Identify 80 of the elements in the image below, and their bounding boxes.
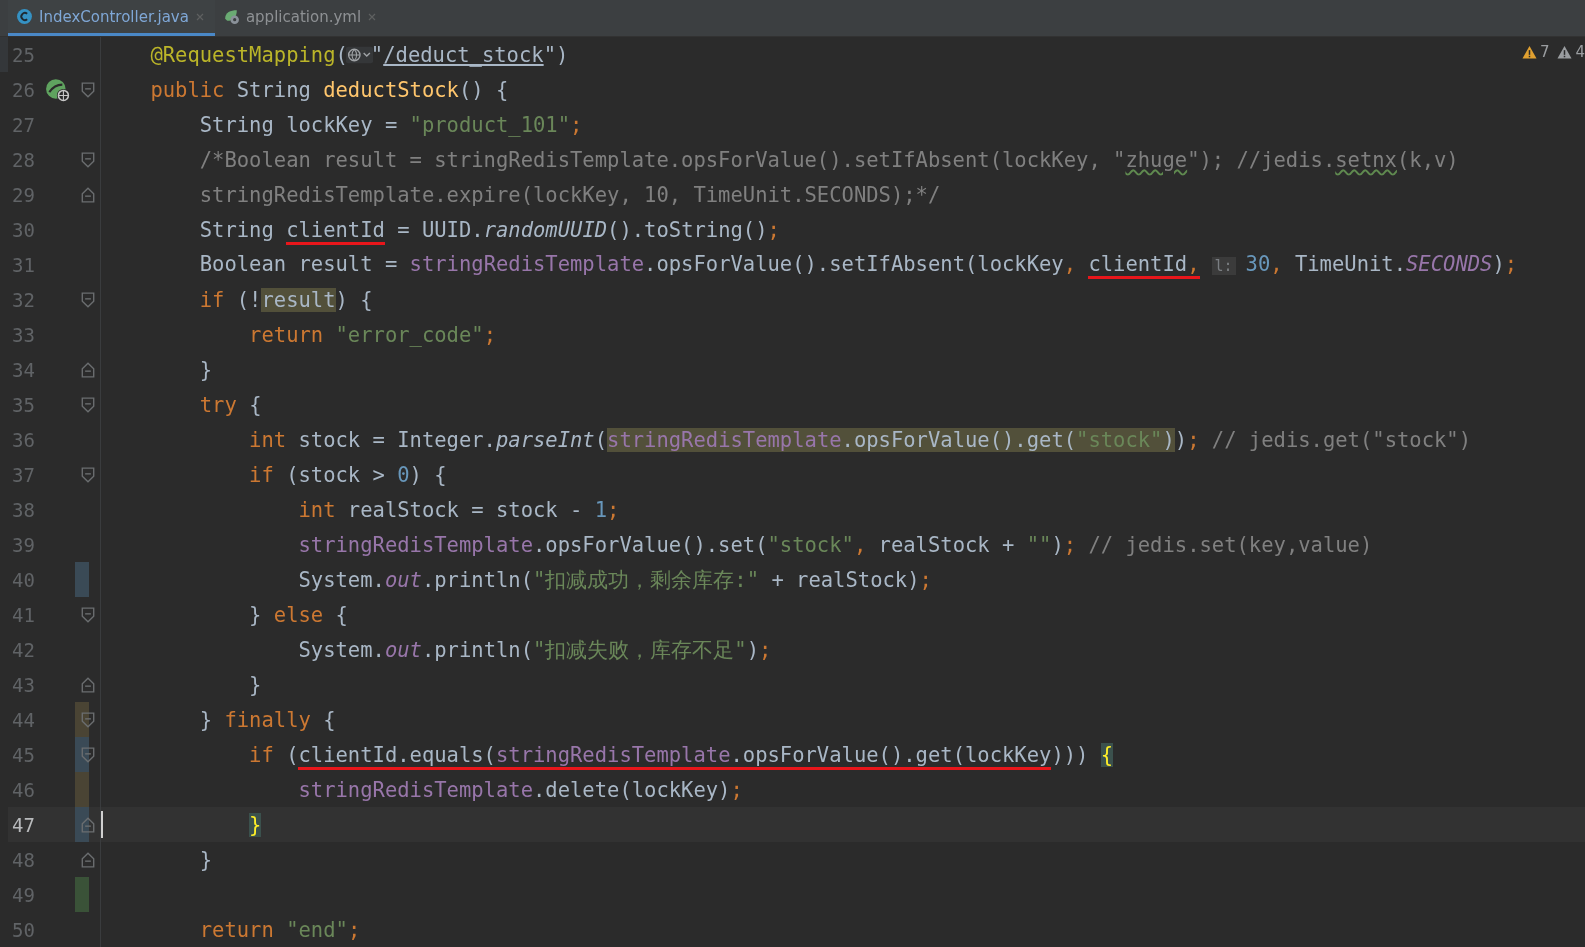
fold-icon[interactable] (80, 851, 95, 868)
class-icon (16, 8, 33, 25)
warning-icon[interactable] (1521, 44, 1537, 60)
fold-icon[interactable] (80, 606, 95, 623)
code-line: } (248, 671, 262, 699)
inspection-count: 4 (1575, 43, 1585, 61)
code-line: stringRedisTemplate.delete(lockKey); (297, 776, 743, 804)
fold-icon[interactable] (80, 361, 95, 378)
code-line: "/deduct_stock") (370, 41, 569, 69)
line-number: 30 (11, 218, 36, 241)
line-number: 38 (11, 498, 36, 521)
fold-icon[interactable] (80, 151, 95, 168)
line-number: 27 (11, 113, 36, 136)
fold-icon[interactable] (80, 676, 95, 693)
line-number: 36 (11, 428, 36, 451)
fold-icon[interactable] (80, 711, 95, 728)
code-line: System.out.println("扣减失败，库存不足"); (297, 636, 772, 664)
line-number: 46 (11, 778, 36, 801)
line-number: 47 (11, 813, 36, 836)
code-line: } (198, 846, 213, 874)
line-number: 40 (11, 568, 36, 591)
line-number: 37 (11, 463, 36, 486)
code-line: public String deductStock() { (149, 76, 509, 104)
close-icon[interactable] (194, 11, 205, 22)
code-line: } (198, 356, 213, 384)
line-number: 31 (11, 253, 36, 276)
change-marker[interactable] (74, 562, 89, 597)
line-number: 29 (11, 183, 36, 206)
code-line: } finally { (198, 706, 336, 734)
fold-icon[interactable] (80, 81, 95, 98)
line-number: 25 (11, 43, 36, 66)
line-number: 45 (11, 743, 36, 766)
leaf-gear-icon (222, 8, 240, 25)
code-line: return "error_code"; (248, 321, 496, 349)
code-line: stringRedisTemplate.expire(lockKey, 10, TimeUnit.SECONDS);*/ (198, 181, 941, 209)
code-line: if (stock > 0) { (248, 461, 447, 489)
change-marker[interactable] (74, 737, 89, 772)
line-number: 42 (11, 638, 36, 661)
fold-icon[interactable] (80, 816, 95, 833)
code-line: return "end"; (198, 916, 361, 944)
line-number: 48 (11, 848, 36, 871)
close-icon[interactable] (367, 11, 378, 22)
editor-tab[interactable]: application.yml (214, 0, 388, 36)
code-line: stringRedisTemplate.opsForValue().set("stock", realStock + ""); // jedis.set(key,value) (297, 531, 1373, 559)
change-marker[interactable] (74, 702, 89, 737)
fold-icon[interactable] (80, 746, 95, 763)
line-number: 26 (11, 78, 36, 101)
code-line: @RequestMapping( (149, 41, 348, 69)
fold-icon[interactable] (80, 396, 95, 413)
code-line: if (clientId.equals(stringRedisTemplate.opsForValue().get(lockKey))) { (101, 739, 1114, 770)
code-line: /*Boolean result = stringRedisTemplate.opsForValue().setIfAbsent(lockKey, "zhuge"); //jedis.setnx(k,v) (198, 146, 1459, 174)
change-marker[interactable] (74, 877, 89, 912)
line-number: 43 (11, 673, 36, 696)
line-number: 50 (11, 918, 36, 941)
line-number: 44 (11, 708, 36, 731)
bean-globe-icon[interactable] (44, 76, 71, 103)
code-line: Boolean result = stringRedisTemplate.opsForValue().setIfAbsent(lockKey, clientId, l: 30, TimeUnit.SECONDS); (101, 248, 1518, 281)
code-line: } else { (248, 601, 348, 629)
fold-icon[interactable] (80, 186, 95, 203)
fold-icon[interactable] (80, 291, 95, 308)
inspection-count: 7 (1539, 43, 1550, 61)
change-marker[interactable] (74, 807, 89, 842)
change-marker[interactable] (74, 772, 89, 807)
code-line: String lockKey = "product_101"; (198, 111, 583, 139)
line-number: 32 (11, 288, 36, 311)
weak-warning-icon[interactable] (1557, 44, 1573, 60)
code-line: System.out.println("扣减成功，剩余库存:" + realStock); (297, 566, 932, 594)
globe-dropdown-icon[interactable] (345, 45, 373, 64)
code-line: if (!result) { (198, 286, 373, 314)
code-line: int realStock = stock - 1; (297, 496, 620, 524)
line-number: 49 (11, 883, 36, 906)
fold-icon[interactable] (80, 466, 95, 483)
line-number: 34 (11, 358, 36, 381)
line-number: 39 (11, 533, 36, 556)
line-number: 35 (11, 393, 36, 416)
code-line: String clientId = UUID.randomUUID().toString(); (101, 214, 780, 245)
line-number: 41 (11, 603, 36, 626)
line-number: 33 (11, 323, 36, 346)
line-number: 28 (11, 148, 36, 171)
code-line: try { (198, 391, 262, 419)
